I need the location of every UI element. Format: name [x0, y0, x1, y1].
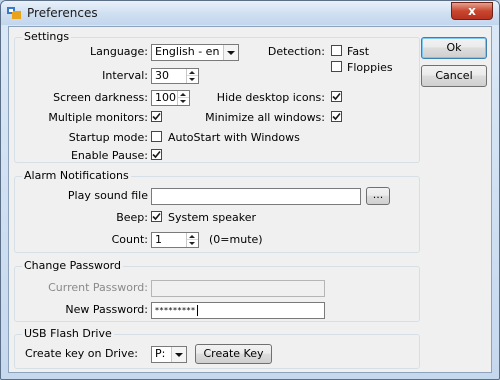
current-password-label: Current Password: [48, 281, 148, 294]
ok-button[interactable]: Ok [421, 37, 487, 59]
check-icon [152, 212, 161, 221]
usb-group-title: USB Flash Drive [22, 327, 114, 340]
multiple-monitors-checkbox[interactable] [151, 111, 162, 122]
system-speaker-label: System speaker [168, 211, 257, 224]
create-key-on-label: Create key on Drive: [24, 347, 138, 360]
screen-darkness-value: 100 [155, 91, 176, 104]
window-title: Preferences [27, 6, 98, 20]
screen-darkness-spinner[interactable]: 100 [151, 90, 190, 106]
browse-button-label: ... [372, 188, 384, 201]
fast-checkbox[interactable] [331, 45, 342, 56]
create-key-button-label: Create Key [203, 347, 264, 360]
interval-label: Interval: [102, 69, 148, 82]
cancel-button-label: Cancel [435, 69, 473, 82]
count-spin-arrows[interactable] [186, 233, 198, 247]
language-value: English - en [155, 45, 220, 58]
password-group: Change Password Current Password: New Pa… [14, 259, 420, 322]
new-password-value: ********* [155, 306, 196, 315]
usb-group: USB Flash Drive Create key on Drive: P: … [14, 327, 420, 369]
new-password-label: New Password: [65, 303, 148, 316]
check-icon [152, 150, 161, 159]
count-value: 1 [155, 233, 162, 246]
interval-spinner[interactable]: 30 [151, 68, 199, 84]
multiple-monitors-label: Multiple monitors: [48, 111, 148, 124]
dialog-client-area: Settings Language: English - en Detectio… [8, 26, 492, 373]
new-password-input[interactable]: ********* [151, 302, 325, 319]
alarm-group: Alarm Notifications Play sound file ... … [14, 169, 420, 253]
create-key-button[interactable]: Create Key [195, 344, 272, 364]
screen-darkness-spin-arrows[interactable] [177, 91, 189, 105]
chevron-down-icon[interactable] [223, 45, 238, 60]
settings-group: Settings Language: English - en Detectio… [14, 30, 420, 163]
browse-button[interactable]: ... [366, 187, 390, 205]
interval-value: 30 [155, 69, 169, 82]
language-select[interactable]: English - en [151, 44, 239, 61]
play-sound-label: Play sound file [67, 189, 148, 202]
sound-file-input[interactable] [151, 188, 361, 205]
title-bar[interactable]: Preferences x [1, 1, 499, 25]
count-hint: (0=mute) [209, 233, 263, 246]
drive-select[interactable]: P: [151, 346, 187, 363]
drive-value: P: [155, 347, 166, 360]
floppies-checkbox[interactable] [331, 61, 342, 72]
check-icon [152, 112, 161, 121]
hide-desktop-icons-checkbox[interactable] [331, 91, 342, 102]
autostart-checkbox[interactable] [151, 131, 162, 142]
chevron-down-icon[interactable] [171, 347, 186, 362]
count-label: Count: [111, 233, 148, 246]
minimize-all-checkbox[interactable] [331, 111, 342, 122]
enable-pause-label: Enable Pause: [70, 149, 148, 162]
current-password-input[interactable] [151, 280, 325, 297]
check-icon [332, 112, 341, 121]
enable-pause-checkbox[interactable] [151, 149, 162, 160]
language-label: Language: [90, 45, 148, 58]
cancel-button[interactable]: Cancel [421, 65, 487, 87]
count-spinner[interactable]: 1 [151, 232, 199, 248]
ok-button-label: Ok [446, 41, 462, 54]
system-speaker-checkbox[interactable] [151, 211, 162, 222]
startup-mode-label: Startup mode: [68, 131, 148, 144]
alarm-group-title: Alarm Notifications [22, 169, 131, 182]
screen-darkness-label: Screen darkness: [53, 91, 148, 104]
preferences-window: Preferences x Settings Language: English… [0, 0, 500, 380]
close-icon: x [468, 4, 476, 18]
check-icon [332, 92, 341, 101]
app-icon [7, 7, 21, 19]
interval-spin-arrows[interactable] [186, 69, 198, 83]
fast-label: Fast [347, 45, 370, 58]
close-button[interactable]: x [451, 2, 493, 20]
beep-label: Beep: [116, 211, 148, 224]
floppies-label: Floppies [347, 61, 393, 74]
settings-group-title: Settings [22, 30, 72, 43]
text-cursor [196, 304, 198, 316]
hide-desktop-icons-label: Hide desktop icons: [216, 91, 325, 104]
password-group-title: Change Password [22, 259, 123, 272]
detection-label: Detection: [267, 45, 325, 58]
autostart-label: AutoStart with Windows [168, 131, 300, 144]
minimize-all-label: Minimize all windows: [205, 111, 325, 124]
